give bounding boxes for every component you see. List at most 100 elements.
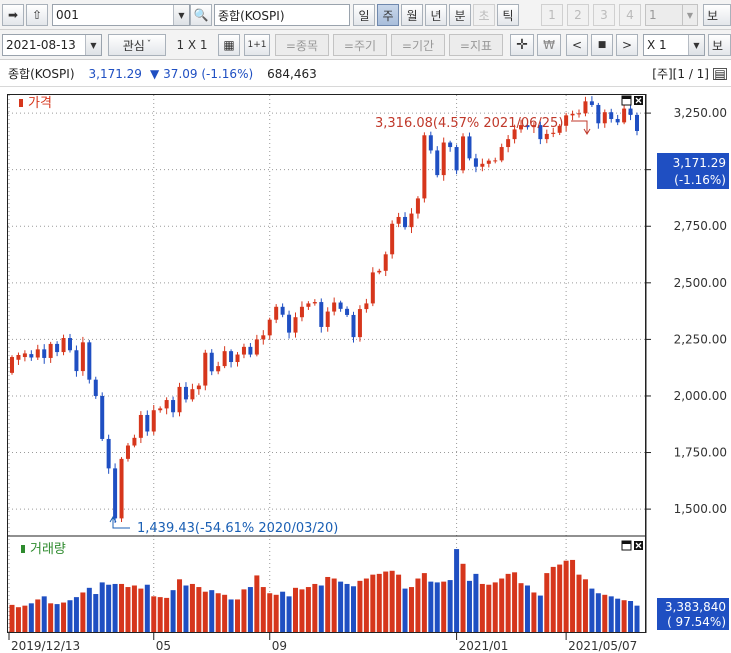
volume-bar <box>41 596 47 632</box>
number-button-1[interactable]: 1 <box>541 4 563 26</box>
count-input[interactable]: 1 <box>645 4 683 26</box>
volume-bar <box>119 583 125 632</box>
candle-body <box>48 343 53 358</box>
count-dropdown-icon[interactable]: ▼ <box>682 4 698 26</box>
volume-bar <box>466 580 472 632</box>
next-icon[interactable]: > <box>616 34 638 56</box>
calendar-dropdown-icon[interactable]: ▼ <box>85 35 101 55</box>
extra-button-2[interactable]: 보 <box>708 34 731 56</box>
volume-bar <box>170 590 176 632</box>
candle-body <box>74 350 79 372</box>
candle-body <box>609 112 614 119</box>
volume-panel-close-icon[interactable] <box>634 541 643 550</box>
grid-icon[interactable]: ▦ <box>218 34 240 56</box>
volume-bar <box>9 604 15 632</box>
extra-button[interactable]: 보 <box>703 4 731 26</box>
volume-bar <box>267 593 273 632</box>
candle-body <box>274 306 279 320</box>
volume-bar <box>235 599 241 632</box>
candle-body <box>428 135 433 151</box>
number-button-3[interactable]: 3 <box>593 4 615 26</box>
candle-body <box>138 414 143 438</box>
candle-body <box>145 414 150 432</box>
candle-body <box>461 136 466 171</box>
volume-bar <box>621 600 627 632</box>
candle-body <box>132 437 137 446</box>
volume-bar <box>209 590 215 632</box>
period-button-4[interactable]: 분 <box>449 4 471 26</box>
compare-button-2[interactable]: =기간 <box>391 34 445 56</box>
chart-area[interactable]: 3,250.003,000.002,750.002,500.002,250.00… <box>0 88 731 653</box>
volume-bar <box>273 594 279 632</box>
volume-bar <box>305 587 311 632</box>
layout-button[interactable]: 1 X 1 <box>170 34 214 56</box>
search-icon[interactable]: 🔍 <box>190 4 212 26</box>
volume-bar <box>189 583 195 632</box>
volume-bar <box>486 584 492 632</box>
volume-bar <box>557 564 563 632</box>
volume-bar <box>441 581 447 632</box>
code-input[interactable]: 001 ▼ <box>52 4 190 26</box>
volume-bar <box>383 571 389 632</box>
volume-bar <box>434 582 440 632</box>
candle-body <box>390 223 395 255</box>
volume-bar <box>402 588 408 632</box>
quote-info-bar: 종합(KOSPI) 3,171.29 ▼ 37.09 (-1.16%) 684,… <box>0 61 731 87</box>
period-button-0[interactable]: 일 <box>353 4 375 26</box>
volume-bar <box>492 582 498 632</box>
period-button-2[interactable]: 월 <box>401 4 423 26</box>
candle-body <box>570 113 575 116</box>
candle-body <box>473 158 478 167</box>
chevron-down-icon[interactable]: ▼ <box>173 5 189 25</box>
volume-panel-maximize-icon[interactable] <box>621 540 632 551</box>
time-axis-label: 2019/12/13 <box>11 639 80 653</box>
link-arrow-icon[interactable]: ➡ <box>2 4 24 26</box>
price-tick-label: 1,500.00 <box>674 502 727 516</box>
period-button-5[interactable]: 초 <box>473 4 495 26</box>
volume-bar <box>183 585 189 632</box>
price-panel-maximize-icon[interactable] <box>621 95 632 106</box>
volume-bar <box>22 605 28 632</box>
candle-body <box>480 163 485 167</box>
time-axis-label: 2021/01 <box>459 639 509 653</box>
window-icon[interactable]: ▤ <box>713 67 727 80</box>
split-button[interactable]: 1+1 <box>244 34 270 56</box>
candle-body <box>377 270 382 273</box>
price-tick-label: 2,500.00 <box>674 276 727 290</box>
volume-bar <box>286 596 292 632</box>
stop-icon[interactable]: ■ <box>591 34 613 56</box>
period-button-1[interactable]: 주 <box>377 4 399 26</box>
volume-bar <box>28 603 34 632</box>
price-panel-title: 가격 <box>28 96 52 111</box>
period-button-6[interactable]: 틱 <box>497 4 519 26</box>
chevron-down-icon[interactable]: ▼ <box>688 35 704 55</box>
currency-won-icon[interactable]: ₩ <box>537 34 561 56</box>
date-picker[interactable]: 2021-08-13 ▼ <box>2 34 102 56</box>
candle-body <box>42 349 47 358</box>
volume-bar <box>80 592 86 632</box>
compare-button-3[interactable]: =지표 <box>449 34 503 56</box>
prev-icon[interactable]: < <box>566 34 588 56</box>
compare-button-0[interactable]: =종목 <box>275 34 329 56</box>
period-button-3[interactable]: 년 <box>425 4 447 26</box>
candle-body <box>364 303 369 310</box>
crosshair-icon[interactable]: ✛ <box>510 34 534 56</box>
multiplier-select[interactable]: X 1 ▼ <box>643 34 705 56</box>
volume-bar <box>454 549 460 632</box>
number-button-2[interactable]: 2 <box>567 4 589 26</box>
candle-body <box>486 160 491 164</box>
candle-body <box>158 408 163 411</box>
volume-bar <box>241 589 247 632</box>
compare-button-1[interactable]: =주기 <box>333 34 387 56</box>
volume-bar <box>144 584 150 632</box>
candle-body <box>589 101 594 105</box>
volume-bar <box>447 580 453 632</box>
candle-body <box>267 319 272 336</box>
interest-button[interactable]: 관심 ˇ <box>108 34 166 56</box>
candle-body <box>183 386 188 400</box>
price-panel-close-icon[interactable] <box>634 96 643 105</box>
price-tick-label: 2,250.00 <box>674 332 727 346</box>
volume-bar <box>634 605 640 632</box>
pin-icon[interactable]: ⇧ <box>26 4 48 26</box>
number-button-4[interactable]: 4 <box>619 4 641 26</box>
